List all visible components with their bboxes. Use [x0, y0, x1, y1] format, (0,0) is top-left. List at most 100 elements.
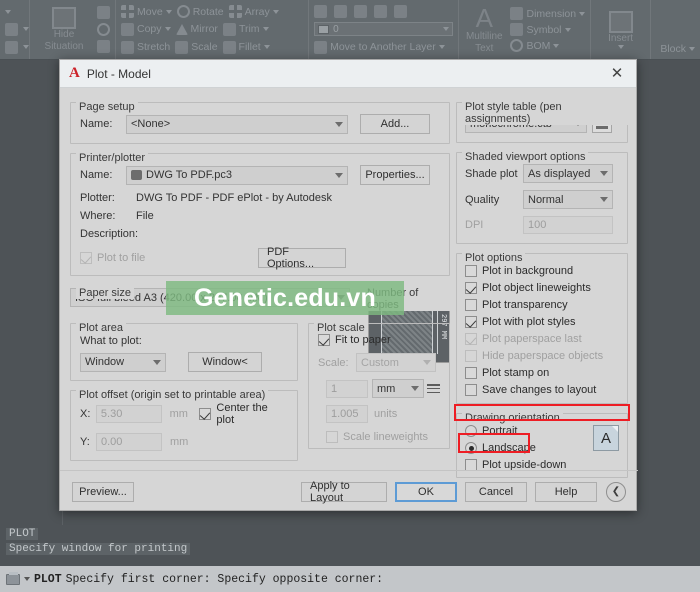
scale-lineweights-checkbox[interactable]: Scale lineweights — [326, 431, 440, 443]
symbol-label: Symbol — [526, 24, 561, 36]
plot-option-item[interactable]: Plot with plot styles — [465, 316, 619, 328]
scale-combo[interactable]: Custom — [356, 353, 436, 372]
layer-refresh-icon[interactable] — [97, 23, 110, 36]
preview-button[interactable]: Preview... — [72, 482, 134, 502]
chevron-down-icon[interactable] — [5, 10, 11, 14]
close-icon[interactable]: ✕ — [604, 63, 630, 85]
layer-color-swatch — [318, 25, 329, 34]
quality-combo[interactable]: Normal — [523, 190, 613, 209]
plot-option-item[interactable]: Plot object lineweights — [465, 282, 619, 294]
center-plot-checkbox[interactable]: Center the plot — [199, 402, 288, 426]
chevron-down-icon[interactable] — [553, 44, 559, 48]
plot-option-item: Plot paperspace last — [465, 333, 619, 345]
tool-icon[interactable] — [5, 23, 18, 36]
printer-name-combo[interactable]: DWG To PDF.pc3 — [126, 166, 348, 185]
multiline-text-button[interactable]: A Multiline Text — [464, 5, 504, 55]
layer-export-icon[interactable] — [97, 40, 110, 53]
layer-value: 0 — [333, 24, 339, 35]
insert-label: Insert — [608, 33, 633, 45]
chevron-down-icon — [600, 171, 608, 176]
chevron-down-icon[interactable] — [166, 10, 172, 14]
chevron-down-icon[interactable] — [23, 27, 29, 31]
shade-plot-combo[interactable]: As displayed — [523, 164, 613, 183]
scale-button[interactable]: Scale — [175, 41, 217, 54]
plot-option-label: Hide paperspace objects — [482, 350, 603, 362]
plot-style-title: Plot style table (pen assignments) — [462, 101, 628, 125]
move-to-another-layer-label: Move to Another Layer — [330, 41, 436, 53]
offset-y-input[interactable]: 0.00 — [96, 433, 162, 451]
ribbon-panel-insert: Insert — [591, 0, 651, 59]
plot-scale-title: Plot scale — [314, 322, 368, 334]
plot-option-item: Hide paperspace objects — [465, 350, 619, 362]
symbol-button[interactable]: Symbol — [510, 23, 585, 36]
chevron-down-icon[interactable] — [439, 45, 445, 49]
command-input-line[interactable]: PLOT Specify first corner: Specify oppos… — [0, 566, 700, 592]
scale-unit-combo[interactable]: mm — [372, 379, 424, 398]
dpi-input[interactable]: 100 — [523, 216, 613, 234]
what-to-plot-combo[interactable]: Window — [80, 353, 166, 372]
move-button[interactable]: Move — [121, 5, 172, 18]
center-plot-label: Center the plot — [216, 402, 288, 426]
command-history-line-2: Specify window for printing — [6, 543, 190, 555]
fillet-button[interactable]: Fillet — [223, 41, 270, 54]
chevron-down-icon[interactable] — [579, 12, 585, 16]
move-to-another-layer-button[interactable]: Move to Another Layer — [314, 41, 445, 54]
what-to-plot-label: What to plot: — [80, 335, 142, 347]
hide-situation-button[interactable]: Hide Situation — [35, 7, 93, 53]
trim-button[interactable]: Trim — [223, 23, 269, 36]
layer-combo[interactable]: 0 — [314, 22, 453, 36]
layer-lock-icon[interactable] — [394, 5, 407, 18]
apply-to-layout-button[interactable]: Apply to Layout — [301, 482, 387, 502]
plot-option-item[interactable]: Save changes to layout — [465, 384, 619, 396]
chevron-down-icon[interactable] — [264, 45, 270, 49]
chevron-down-icon[interactable] — [263, 27, 269, 31]
rotate-button[interactable]: Rotate — [177, 5, 224, 18]
layer-isolate-icon[interactable] — [334, 5, 347, 18]
tool-icon[interactable] — [5, 41, 18, 54]
help-button[interactable]: Help — [535, 482, 597, 502]
chevron-down-icon[interactable] — [443, 27, 449, 31]
scale-denominator-input[interactable]: 1.005 — [326, 405, 368, 423]
ok-button[interactable]: OK — [395, 482, 457, 502]
plot-option-item[interactable]: Plot in background — [465, 265, 619, 277]
chevron-down-icon[interactable] — [273, 10, 279, 14]
layer-add-icon[interactable] — [97, 6, 110, 19]
quality-value: Normal — [528, 194, 563, 206]
cancel-button[interactable]: Cancel — [465, 482, 527, 502]
scale-numerator-input[interactable]: 1 — [326, 380, 368, 398]
window-button[interactable]: Window< — [188, 352, 262, 372]
chevron-down-icon[interactable] — [23, 45, 29, 49]
scale-menu-icon[interactable] — [427, 382, 440, 395]
printer-properties-button[interactable]: Properties... — [360, 165, 430, 185]
offset-x-input[interactable]: 5.30 — [96, 405, 162, 423]
bom-button[interactable]: BOM — [510, 39, 585, 52]
layer-properties-icon[interactable] — [314, 5, 327, 18]
stretch-button[interactable]: Stretch — [121, 41, 170, 54]
dimension-button[interactable]: Dimension — [510, 7, 585, 20]
insert-button[interactable]: Insert — [596, 11, 645, 49]
plot-option-label: Plot with plot styles — [482, 316, 576, 328]
plot-to-file-checkbox[interactable]: Plot to file — [80, 252, 145, 264]
plot-option-item[interactable]: Plot transparency — [465, 299, 619, 311]
layer-freeze-icon[interactable] — [354, 5, 367, 18]
chevron-down-icon[interactable] — [24, 577, 30, 581]
array-button[interactable]: Array — [229, 5, 279, 18]
pdf-options-button[interactable]: PDF Options... — [258, 248, 346, 268]
mirror-button[interactable]: Mirror — [176, 23, 218, 35]
collapse-icon[interactable]: ❮ — [606, 482, 626, 502]
chevron-down-icon[interactable] — [618, 45, 624, 49]
chevron-down-icon[interactable] — [165, 27, 171, 31]
shaded-viewport-group: Shaded viewport options Shade plot As di… — [456, 152, 628, 244]
chevron-down-icon[interactable] — [689, 47, 695, 51]
page-setup-name-combo[interactable]: <None> — [126, 115, 348, 134]
add-page-setup-button[interactable]: Add... — [360, 114, 430, 134]
quality-label: Quality — [465, 194, 523, 206]
fillet-label: Fillet — [239, 41, 261, 53]
chevron-down-icon[interactable] — [565, 28, 571, 32]
copy-button[interactable]: Copy — [121, 23, 171, 36]
plot-option-item[interactable]: Plot stamp on — [465, 367, 619, 379]
layer-off-icon[interactable] — [374, 5, 387, 18]
block-button[interactable]: Block — [660, 43, 695, 55]
fit-to-paper-checkbox[interactable]: Fit to paper — [318, 334, 440, 346]
dialog-titlebar[interactable]: A Plot - Model ✕ — [60, 60, 636, 88]
